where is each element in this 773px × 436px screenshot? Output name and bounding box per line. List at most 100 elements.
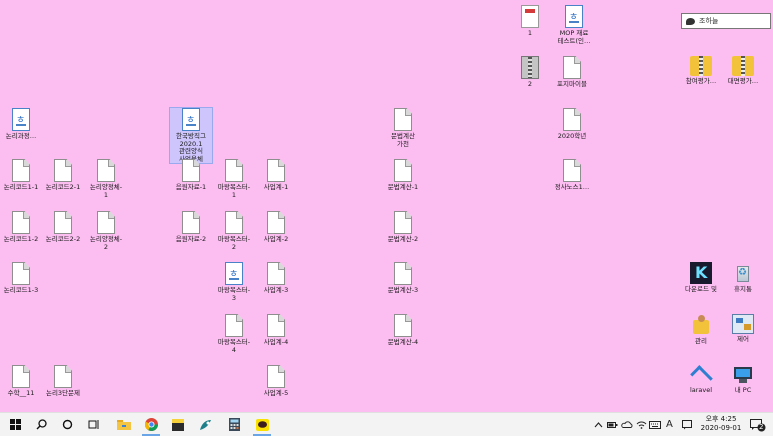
desktop-icon-2[interactable]: MOP 재료 테스트(인… <box>553 5 595 45</box>
desktop-icon-17[interactable]: 문법계산-1 <box>382 159 424 192</box>
document-icon <box>394 159 412 182</box>
desktop-icon-label: 포지마이블 <box>557 80 587 88</box>
desktop-icon-28[interactable]: 사업계-3 <box>255 262 297 295</box>
desktop-icon-label: 문법계산-2 <box>387 235 419 243</box>
pc-icon <box>732 365 754 385</box>
desktop-icon-6[interactable]: 대면평가… <box>722 56 764 86</box>
desktop-icon-label: 마왕목스터- 4 <box>217 338 251 354</box>
calculator-button[interactable] <box>222 413 246 436</box>
desktop-icon-13[interactable]: 논리양정체- 1 <box>85 159 127 199</box>
wifi-icon <box>636 421 647 429</box>
desktop-icon-32[interactable]: 마왕목스터- 4 <box>213 314 255 354</box>
document-icon <box>563 108 581 131</box>
desktop-icon-34[interactable]: 문법계산-4 <box>382 314 424 347</box>
start-button[interactable] <box>2 413 28 436</box>
cortana-button[interactable] <box>56 413 78 436</box>
red-icon <box>521 5 539 28</box>
search-widget-text: 조하늘 <box>699 17 719 25</box>
task-view-button[interactable] <box>83 413 105 436</box>
desktop-icon-15[interactable]: 마왕목스터- 1 <box>213 159 255 199</box>
desktop-icon-label: 논리양정체- 2 <box>89 235 123 251</box>
hwp-icon <box>182 108 200 131</box>
desktop-icon-38[interactable]: 논리3단문제 <box>42 365 84 398</box>
desktop-icon-label: 관리 <box>695 337 707 345</box>
desktop-icon-19[interactable]: 논리코드1-2 <box>0 211 42 244</box>
desktop-icon-14[interactable]: 음원자료-1 <box>170 159 212 192</box>
desktop-icon-label: 참여평가… <box>685 77 717 85</box>
tray-messenger[interactable] <box>682 413 692 436</box>
document-icon <box>12 365 30 388</box>
desktop-icon-41[interactable]: 내 PC <box>722 365 764 395</box>
document-icon <box>12 211 30 234</box>
document-icon <box>97 159 115 182</box>
desktop-icon-9[interactable]: 문법계산 가천 <box>382 108 424 148</box>
desktop-icon-35[interactable]: 관리 <box>680 314 722 346</box>
desktop-icon-22[interactable]: 음원자료-2 <box>170 211 212 244</box>
desktop-icon-4[interactable]: 포지마이블 <box>551 56 593 89</box>
tray-ime[interactable]: A <box>666 413 673 436</box>
desktop-icon-20[interactable]: 논리코드2-2 <box>42 211 84 244</box>
desktop-icon-label: 문법계산-4 <box>387 338 419 346</box>
kakao-icon <box>690 262 712 284</box>
document-icon <box>54 365 72 388</box>
sticky-notes-button[interactable] <box>166 413 190 436</box>
desktop-icon-33[interactable]: 사업계-4 <box>255 314 297 347</box>
desktop-icon-label: 사업계-5 <box>263 389 289 397</box>
keyboard-icon <box>649 420 661 429</box>
document-icon <box>267 314 285 337</box>
desktop-icon-label: laravel <box>689 386 713 394</box>
tray-wifi[interactable] <box>636 413 647 436</box>
search-widget[interactable]: 조하늘 <box>681 13 771 29</box>
desktop-icon-label: 논리코드1-1 <box>3 183 39 191</box>
tray-battery[interactable] <box>607 413 618 436</box>
desktop-icon-label: 음원자료-2 <box>175 235 207 243</box>
folder-icon <box>690 56 712 76</box>
desktop-icon-label: 문법계산-1 <box>387 183 419 191</box>
notification-count: 2 <box>759 423 764 431</box>
show-hidden-icons-button[interactable] <box>594 413 603 436</box>
document-icon <box>267 211 285 234</box>
document-icon <box>182 211 200 234</box>
chrome-button[interactable] <box>139 413 163 436</box>
desktop-icon-23[interactable]: 마왕목스터- 2 <box>213 211 255 251</box>
clock[interactable]: 오후 4:25 2020-09-01 <box>698 415 744 433</box>
desktop-icon-1[interactable]: 1 <box>509 5 551 38</box>
desktop-icon-label: 음원자료-1 <box>175 183 207 191</box>
desktop-icon-12[interactable]: 논리코드2-1 <box>42 159 84 192</box>
document-icon <box>225 159 243 182</box>
bin-icon <box>734 262 752 284</box>
desktop-icon-37[interactable]: 수학__11 <box>0 365 42 398</box>
file-explorer-button[interactable] <box>112 413 136 436</box>
desktop-icon-25[interactable]: 문법계산-2 <box>382 211 424 244</box>
document-icon <box>394 108 412 131</box>
desktop-icon-label: 2 <box>527 80 533 88</box>
desktop-icon-label: 사업계-2 <box>263 235 289 243</box>
desktop-icon-7[interactable]: 논리과정… <box>0 108 42 141</box>
document-icon <box>54 159 72 182</box>
document-icon <box>97 211 115 234</box>
desktop-icon-16[interactable]: 사업계-1 <box>255 159 297 192</box>
desktop-icon-10[interactable]: 2020학년 <box>551 108 593 141</box>
app-button[interactable] <box>193 413 217 436</box>
desktop-icon-40[interactable]: laravel <box>680 365 722 395</box>
desktop-icon-27[interactable]: 마왕목스터- 3 <box>213 262 255 302</box>
desktop-icon-18[interactable]: 정사노스1… <box>551 159 593 192</box>
desktop-icon-26[interactable]: 논리코드1-3 <box>0 262 42 295</box>
desktop-icon-36[interactable]: 제어 <box>722 314 764 344</box>
desktop-icon-3[interactable]: 2 <box>509 56 551 89</box>
desktop-icon-5[interactable]: 참여평가… <box>680 56 722 86</box>
tray-keyboard[interactable] <box>649 413 661 436</box>
desktop-icon-31[interactable]: 휴지통 <box>722 262 764 294</box>
desktop-icon-24[interactable]: 사업계-2 <box>255 211 297 244</box>
desktop-icon-11[interactable]: 논리코드1-1 <box>0 159 42 192</box>
tray-onedrive[interactable] <box>621 413 633 436</box>
desktop-icon-39[interactable]: 사업계-5 <box>255 365 297 398</box>
desktop-icon-30[interactable]: 다운로드 및 <box>680 262 722 294</box>
desktop-icon-29[interactable]: 문법계산-3 <box>382 262 424 295</box>
action-center-button[interactable]: 2 <box>750 413 766 436</box>
desktop-icon-8[interactable]: 한국방직그 2020.1 관련양식 사업용체 <box>169 107 213 164</box>
desktop-icon-21[interactable]: 논리양정체- 2 <box>85 211 127 251</box>
search-button[interactable] <box>30 413 52 436</box>
desktop: 1 MOP 재료 테스트(인… 2 포지마이블 참여평가… 대면평가… 논리과정… 한국방직그… <box>0 0 773 412</box>
kakaotalk-button[interactable] <box>250 413 274 436</box>
